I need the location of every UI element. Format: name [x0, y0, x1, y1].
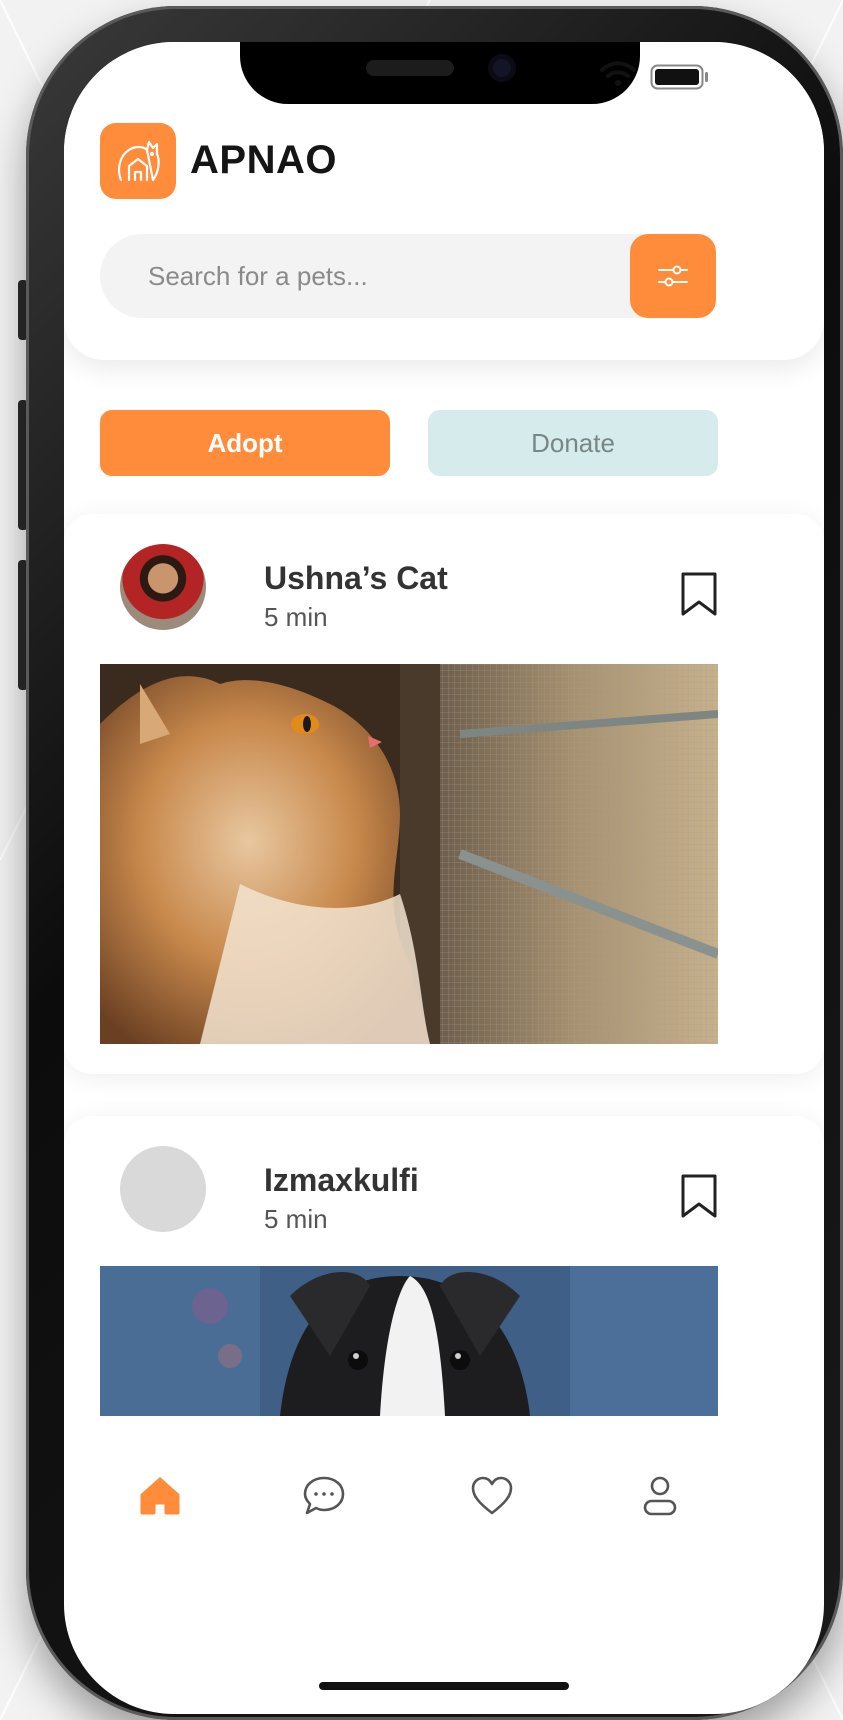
home-indicator [319, 1682, 569, 1690]
app-logo [100, 123, 176, 199]
tab-favorites[interactable] [468, 1472, 516, 1520]
post-author[interactable]: Ushna’s Cat [264, 560, 448, 597]
post-card[interactable]: Izmaxkulfi 5 min [64, 1116, 824, 1476]
post-card[interactable]: Ushna’s Cat 5 min [64, 514, 824, 1074]
post-time: 5 min [264, 602, 328, 632]
search-input[interactable]: Search for a pets... [100, 234, 680, 318]
post-author[interactable]: Izmaxkulfi [264, 1162, 419, 1199]
puppy-photo [100, 1266, 718, 1416]
app-screen: APNAO Search for a pets... Adopt Donate … [64, 42, 824, 1714]
tab-bar [64, 1436, 824, 1588]
adopt-button[interactable]: Adopt [100, 410, 390, 476]
post-time: 5 min [264, 1204, 328, 1234]
avatar[interactable] [120, 544, 206, 630]
battery-icon [650, 64, 708, 90]
bookmark-button[interactable] [678, 570, 720, 623]
filter-button[interactable] [630, 234, 716, 318]
sliders-icon [658, 265, 688, 287]
avatar[interactable] [120, 1146, 206, 1232]
front-camera [488, 54, 516, 82]
profile-icon [643, 1476, 677, 1516]
speaker-grille [366, 60, 454, 76]
donate-button[interactable]: Donate [428, 410, 718, 476]
bookmark-icon [681, 1174, 717, 1218]
heart-icon [471, 1476, 513, 1515]
tab-profile[interactable] [636, 1472, 684, 1520]
bookmark-button[interactable] [678, 1172, 720, 1225]
search-placeholder: Search for a pets... [148, 260, 368, 291]
app-title: APNAO [190, 138, 337, 182]
cat-photo [100, 664, 718, 1044]
tab-chat[interactable] [300, 1472, 348, 1520]
home-icon [140, 1477, 180, 1515]
wifi-icon [600, 61, 636, 86]
post-photo[interactable] [100, 664, 718, 1044]
post-photo[interactable] [100, 1266, 718, 1416]
cat-house-icon [118, 140, 160, 182]
tab-home[interactable] [136, 1472, 184, 1520]
chat-icon [303, 1476, 345, 1515]
bookmark-icon [681, 572, 717, 616]
notch [240, 42, 640, 104]
